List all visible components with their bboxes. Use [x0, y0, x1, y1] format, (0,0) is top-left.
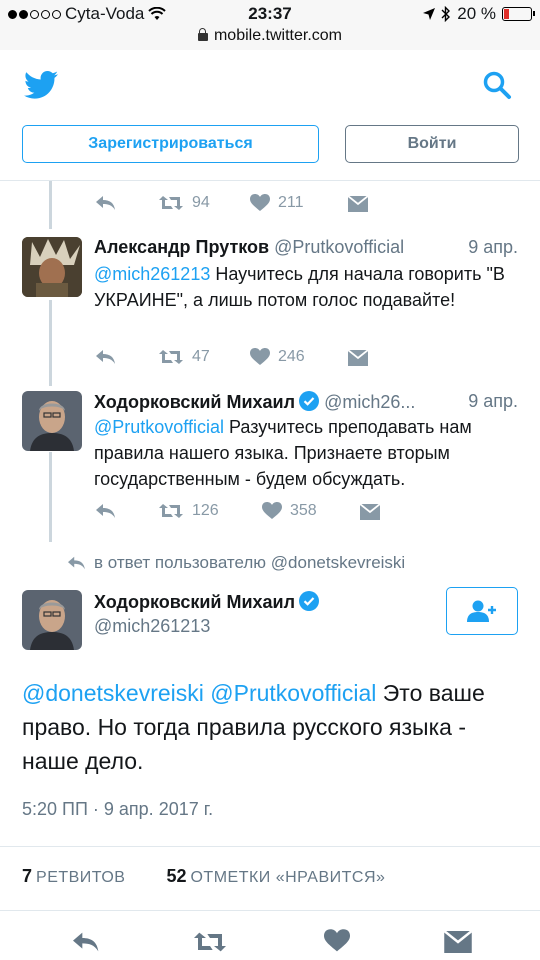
envelope-icon: [348, 196, 368, 212]
tweet-timestamp[interactable]: 5:20 ПП · 9 апр. 2017 г.: [22, 799, 213, 820]
retweet-button[interactable]: 126: [158, 502, 219, 520]
author-name[interactable]: Ходорковский Михаил: [94, 392, 295, 412]
likes-label: ОТМЕТКИ «НРАВИТСЯ»: [190, 869, 386, 886]
retweet-count: 47: [192, 348, 210, 365]
mention-link[interactable]: @Prutkovofficial: [94, 417, 224, 437]
like-button[interactable]: 358: [262, 502, 317, 520]
follow-button[interactable]: [446, 587, 518, 635]
direct-message-button[interactable]: [348, 196, 368, 212]
lock-icon: [197, 28, 208, 41]
avatar[interactable]: [22, 237, 82, 297]
envelope-icon: [348, 350, 368, 366]
like-button[interactable]: 246: [250, 348, 305, 366]
retweet-count: 94: [192, 194, 210, 211]
heart-icon: [262, 502, 282, 519]
reply-context-text: в ответ пользователю @donetskevreiski: [94, 553, 406, 572]
reply-button[interactable]: [94, 502, 116, 520]
login-button[interactable]: Войти: [345, 125, 519, 163]
direct-message-button[interactable]: [360, 504, 380, 520]
retweets-count: 7: [22, 866, 33, 886]
signup-button[interactable]: Зарегистрироваться: [22, 125, 319, 163]
tweet-date[interactable]: 9 апр.: [468, 237, 518, 258]
likes-count: 52: [166, 866, 187, 886]
divider: [0, 846, 540, 847]
reply-context[interactable]: в ответ пользователю @donetskevreiski: [66, 553, 405, 573]
author-name[interactable]: Александр Прутков: [94, 237, 269, 257]
like-button[interactable]: 211: [250, 194, 304, 212]
retweet-icon: [159, 504, 183, 518]
avatar-photo: [22, 391, 82, 451]
battery-percent: 20 %: [457, 4, 496, 23]
tweet-text: @mich261213 Научитесь для начала говорит…: [94, 261, 514, 313]
tweet-date[interactable]: 9 апр.: [468, 391, 518, 412]
reply-button[interactable]: [94, 348, 116, 366]
avatar[interactable]: [22, 590, 82, 650]
avatar[interactable]: [22, 391, 82, 451]
tweet-text: @Prutkovofficial Разучитесь преподавать …: [94, 414, 514, 492]
avatar-photo: [22, 237, 82, 297]
avatar-photo: [22, 590, 82, 650]
reply-icon: [96, 196, 115, 210]
url-text: mobile.twitter.com: [213, 27, 343, 44]
direct-message-button[interactable]: [348, 350, 368, 366]
envelope-icon[interactable]: [444, 931, 472, 953]
thread-connector: [49, 300, 52, 386]
author-handle[interactable]: @Prutkovofficial: [274, 237, 404, 257]
like-count: 246: [278, 348, 305, 365]
reply-icon: [96, 350, 115, 364]
divider: [0, 910, 540, 911]
heart-icon[interactable]: [324, 929, 350, 953]
add-user-icon: [467, 600, 496, 622]
like-count: 358: [290, 502, 317, 519]
mention-link[interactable]: @Prutkovofficial: [210, 680, 376, 706]
thread-connector: [49, 452, 52, 542]
envelope-icon: [360, 504, 380, 520]
mention-link[interactable]: @mich261213: [94, 264, 210, 284]
verified-badge-icon: [299, 591, 320, 611]
retweet-icon: [159, 196, 183, 210]
author-name-text: Ходорковский Михаил: [94, 592, 296, 612]
retweet-count: 126: [192, 502, 219, 519]
author-handle[interactable]: @mich26...: [324, 392, 415, 412]
tweet-stats: 7 РЕТВИТОВ 52 ОТМЕТКИ «НРАВИТСЯ»: [22, 866, 385, 887]
author-name[interactable]: Ходорковский Михаил: [94, 591, 320, 613]
reply-icon: [68, 556, 85, 570]
like-count: 211: [278, 194, 304, 211]
search-icon[interactable]: [482, 70, 512, 100]
location-arrow-icon: [423, 8, 436, 20]
reply-button[interactable]: [94, 194, 116, 212]
retweets-label: РЕТВИТОВ: [36, 869, 126, 886]
reply-icon[interactable]: [70, 930, 100, 954]
retweet-icon[interactable]: [192, 930, 228, 954]
retweet-button[interactable]: 47: [158, 348, 210, 366]
tweet-text: @donetskevreiski @Prutkovofficial Это ва…: [22, 676, 522, 778]
retweet-button[interactable]: 94: [158, 194, 210, 212]
twitter-logo-icon[interactable]: [24, 70, 58, 100]
battery-icon: [502, 7, 535, 21]
heart-icon: [250, 348, 270, 365]
bluetooth-icon: [441, 6, 451, 22]
mention-link[interactable]: @donetskevreiski: [22, 680, 204, 706]
address-bar[interactable]: mobile.twitter.com: [0, 27, 540, 45]
thread-connector: [49, 181, 52, 229]
reply-icon: [96, 504, 115, 518]
likes-stat[interactable]: 52 ОТМЕТКИ «НРАВИТСЯ»: [166, 866, 386, 886]
verified-badge-icon: [299, 391, 320, 411]
main-tweet-actions: [0, 926, 540, 956]
retweets-stat[interactable]: 7 РЕТВИТОВ: [22, 866, 126, 886]
author-handle[interactable]: @mich261213: [94, 616, 210, 637]
heart-icon: [250, 194, 270, 211]
status-bar: Cyta-Voda 23:37 20 % mobile.twitter.com: [0, 0, 540, 50]
retweet-icon: [159, 350, 183, 364]
